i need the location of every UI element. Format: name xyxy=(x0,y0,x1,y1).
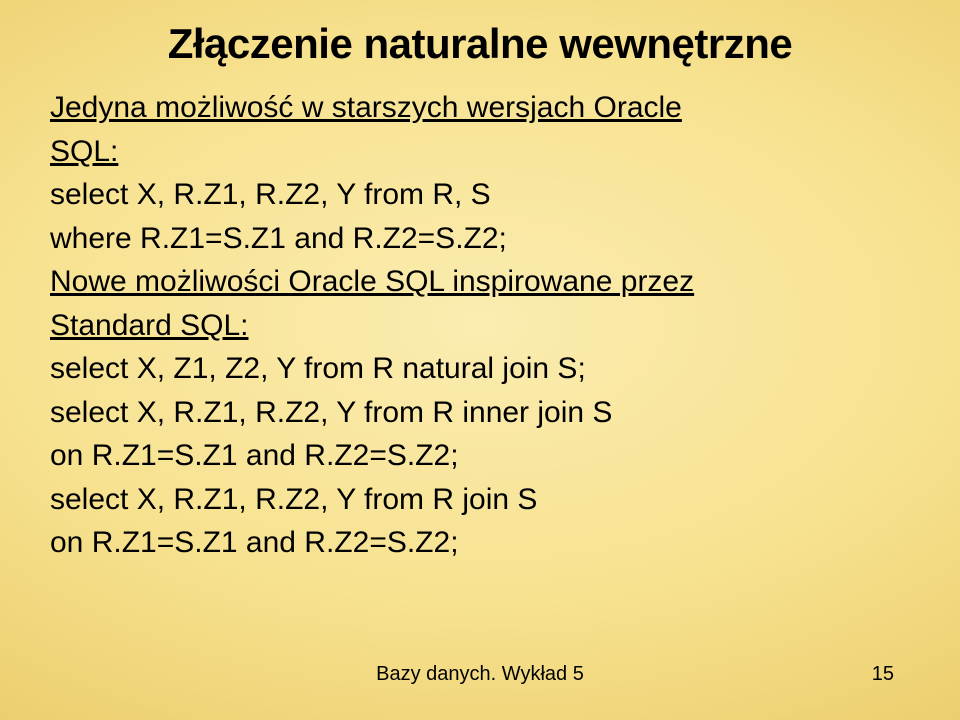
sql-line-4a: select X, R.Z1, R.Z2, Y from R join S xyxy=(50,478,910,522)
sql-line-1b: where R.Z1=S.Z1 and R.Z2=S.Z2; xyxy=(50,217,910,261)
sql-line-3a: select X, R.Z1, R.Z2, Y from R inner joi… xyxy=(50,391,910,435)
sql-line-2: select X, Z1, Z2, Y from R natural join … xyxy=(50,347,910,391)
page-number: 15 xyxy=(872,663,894,686)
lead-line-2a: Nowe możliwości Oracle SQL inspirowane p… xyxy=(50,260,910,304)
sql-line-3b: on R.Z1=S.Z1 and R.Z2=S.Z2; xyxy=(50,434,910,478)
lead-line-2b: Standard SQL: xyxy=(50,304,910,348)
sql-line-4b: on R.Z1=S.Z1 and R.Z2=S.Z2; xyxy=(50,521,910,565)
lead-line-1a: Jedyna możliwość w starszych wersjach Or… xyxy=(50,86,910,130)
footer: Bazy danych. Wykład 5 15 xyxy=(0,663,960,686)
slide: Złączenie naturalne wewnętrzne Jedyna mo… xyxy=(0,0,960,720)
footer-text: Bazy danych. Wykład 5 xyxy=(376,663,584,686)
slide-content: Jedyna możliwość w starszych wersjach Or… xyxy=(50,86,910,565)
lead-line-1b: SQL: xyxy=(50,130,910,174)
slide-title: Złączenie naturalne wewnętrzne xyxy=(50,20,910,68)
sql-line-1a: select X, R.Z1, R.Z2, Y from R, S xyxy=(50,173,910,217)
